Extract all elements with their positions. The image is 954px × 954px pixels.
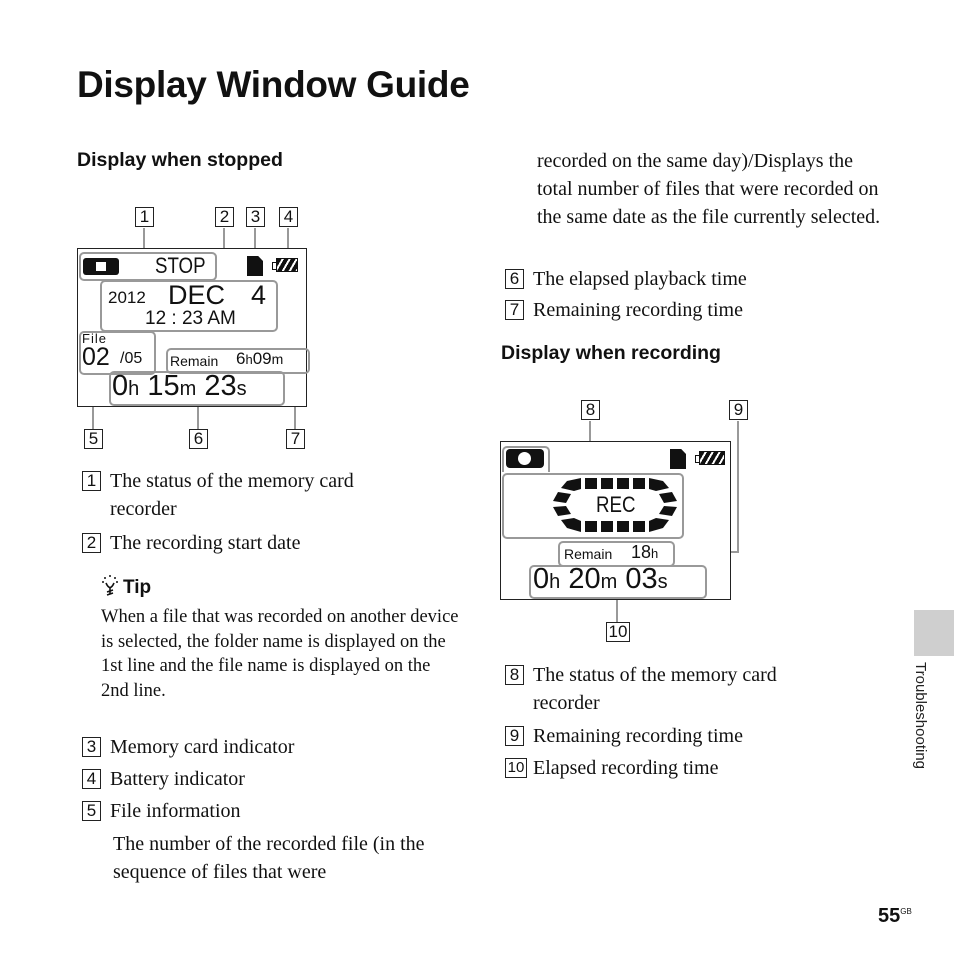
file-info-description-continued: recorded on the same day)/Displays the t… — [537, 150, 881, 228]
list-item: 10 Elapsed recording time — [505, 754, 719, 782]
rec-status-text: REC — [596, 492, 636, 517]
lightbulb-icon — [101, 574, 123, 601]
tip-text: When a file that was recorded on another… — [101, 607, 459, 701]
time-text: 12 : 23 AM — [145, 308, 236, 329]
list-item: 1 The status of the memory card recorder — [82, 467, 412, 523]
date-month: DEC — [168, 280, 226, 310]
callout-2: 2 — [215, 207, 234, 227]
list-item: 3 Memory card indicator — [82, 733, 294, 761]
stopped-heading: Display when stopped — [77, 149, 283, 171]
rec-remain-hours: 18h — [631, 542, 659, 562]
file-info-description: The number of the recorded file (in the … — [113, 833, 425, 883]
list-item: 5 File information — [82, 797, 241, 825]
tip-section: Tip When a file that was recorded on ano… — [101, 574, 461, 703]
list-item: 2 The recording start date — [82, 529, 300, 557]
memory-card-icon — [247, 256, 263, 276]
list-item: 6 The elapsed playback time — [505, 265, 747, 293]
callout-1: 1 — [135, 207, 154, 227]
file-current: 02 — [82, 343, 110, 371]
battery-icon — [695, 451, 725, 465]
section-tab-label: Troubleshooting — [912, 662, 929, 770]
rec-status-icon — [506, 449, 544, 468]
list-item: 9 Remaining recording time — [505, 722, 743, 750]
callout-5: 5 — [84, 429, 103, 449]
elapsed-time: 0h 15m 23s — [112, 370, 247, 402]
rec-remain-label: Remain — [564, 546, 613, 562]
list-item: 8 The status of the memory card recorder — [505, 661, 835, 717]
status-text: STOP — [155, 253, 206, 278]
page-number: 55GB — [878, 905, 912, 927]
leader-line — [737, 421, 739, 553]
list-item: 7 Remaining recording time — [505, 296, 743, 324]
list-item: 4 Battery indicator — [82, 765, 245, 793]
callout-6: 6 — [189, 429, 208, 449]
memory-card-icon — [670, 449, 686, 469]
callout-4: 4 — [279, 207, 298, 227]
page-title: Display Window Guide — [77, 64, 470, 105]
callout-8: 8 — [581, 400, 600, 420]
remain-hours: 6h09m — [236, 349, 284, 368]
section-tab-marker — [914, 610, 954, 656]
callout-7: 7 — [286, 429, 305, 449]
file-total: /05 — [120, 350, 143, 367]
date-year: 2012 — [108, 288, 146, 307]
battery-icon — [272, 258, 298, 272]
stop-square-icon — [96, 262, 106, 271]
remain-label: Remain — [170, 353, 219, 369]
rec-elapsed-time: 0h 20m 03s — [533, 563, 668, 595]
rec-dot-icon — [518, 452, 531, 465]
callout-10: 10 — [606, 622, 630, 642]
stop-status-icon — [83, 258, 119, 275]
callout-3: 3 — [246, 207, 265, 227]
recording-heading: Display when recording — [501, 342, 721, 364]
tip-title: Tip — [123, 576, 152, 598]
date-day: 4 — [251, 280, 267, 310]
callout-9: 9 — [729, 400, 748, 420]
